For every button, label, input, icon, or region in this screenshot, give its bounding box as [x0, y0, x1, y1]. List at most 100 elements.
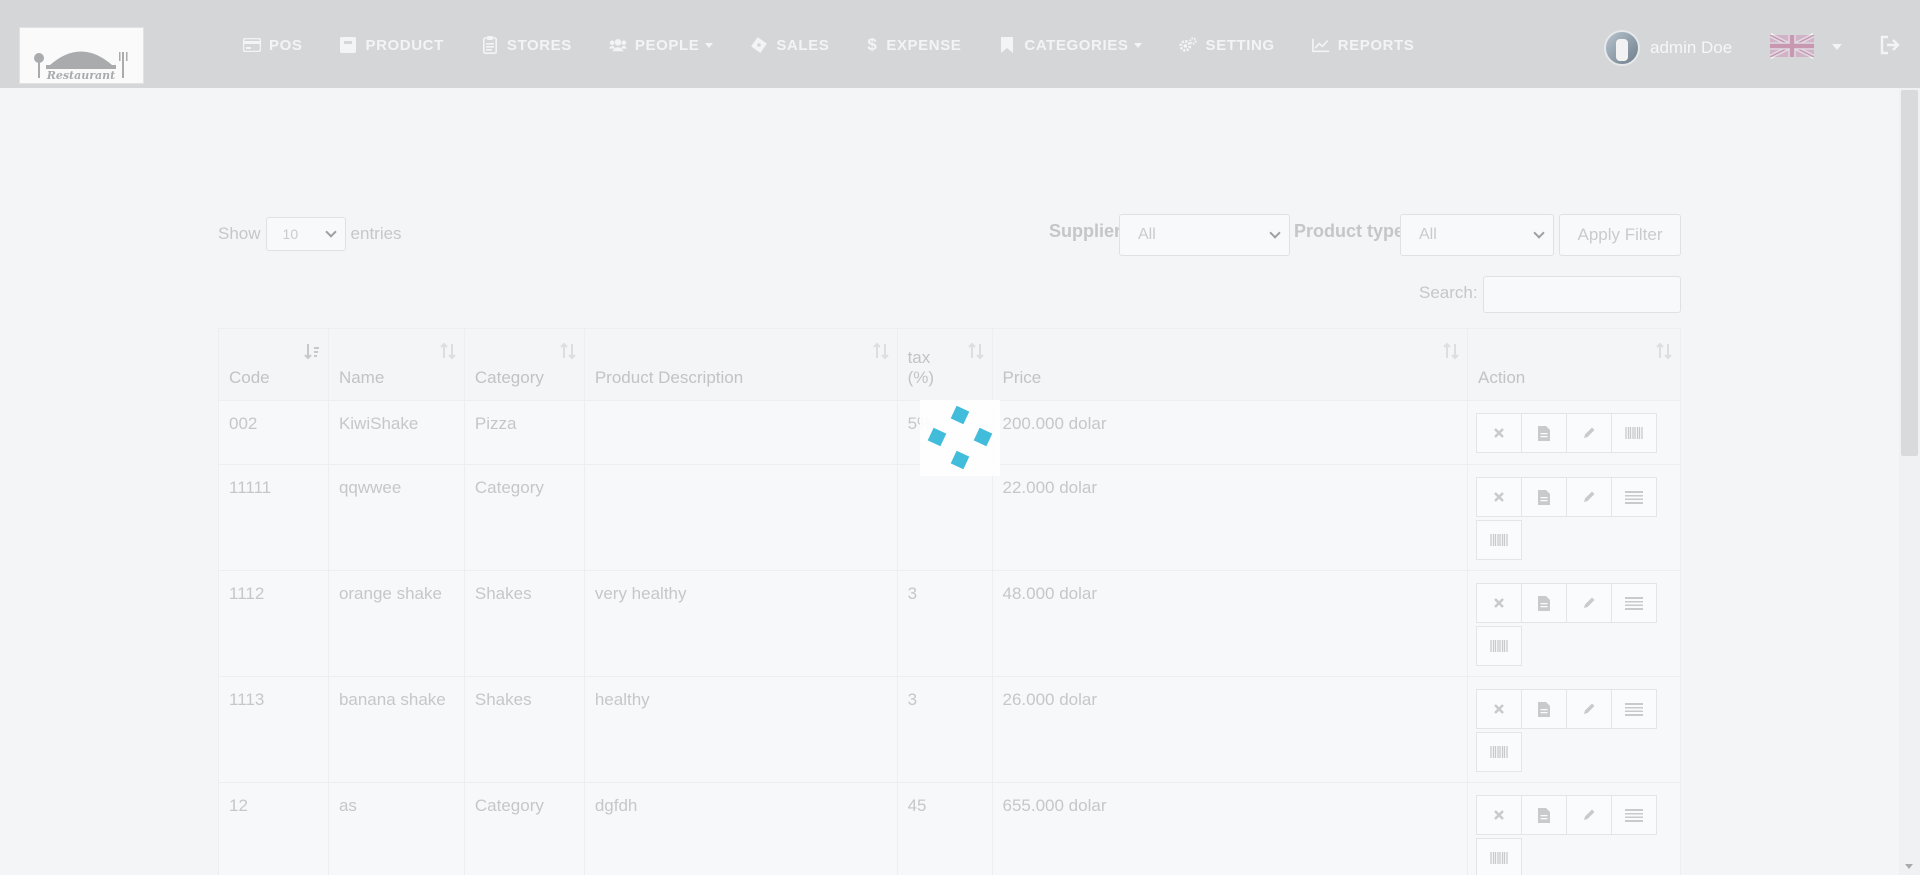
nav-stores-label: STORES [506, 36, 572, 54]
search-label: Search: [1419, 283, 1478, 302]
cell-actions [1466, 782, 1682, 875]
delete-button[interactable] [1475, 477, 1522, 517]
cell-description: very healthy [583, 570, 898, 677]
restaurant-logo[interactable]: Restaurant [19, 27, 144, 84]
cell-name: orange shake [327, 570, 465, 677]
sort-icon [560, 342, 576, 360]
cell-description [583, 400, 898, 465]
edit-button[interactable] [1565, 413, 1612, 453]
col-header-description[interactable]: Product Description [583, 328, 898, 401]
cell-price: 48.000 dolar [991, 570, 1468, 677]
scrollbar-thumb[interactable] [1901, 90, 1918, 456]
dollar-icon: $ [867, 35, 878, 54]
cell-tax: 45 [896, 782, 993, 875]
nav-sales-label: SALES [776, 36, 830, 54]
delete-button[interactable] [1475, 583, 1522, 623]
edit-button[interactable] [1565, 795, 1612, 835]
list-icon [1624, 490, 1643, 504]
search-input[interactable] [1483, 276, 1681, 313]
barcode-button[interactable] [1475, 626, 1522, 666]
view-button[interactable] [1520, 689, 1567, 729]
col-header-action[interactable]: Action [1466, 328, 1682, 401]
cell-description [583, 464, 898, 571]
cell-description: healthy [583, 676, 898, 783]
col-header-label: Name [338, 368, 385, 387]
cell-actions [1466, 400, 1682, 465]
list-icon [1624, 702, 1643, 716]
cell-description: dgfdh [583, 782, 898, 875]
action-buttons [1475, 795, 1666, 875]
nav-pos[interactable]: POS [243, 33, 302, 57]
entries-select[interactable]: 10 [265, 217, 346, 251]
file-icon [1537, 425, 1550, 441]
language-dropdown-caret-icon[interactable] [1832, 44, 1842, 50]
col-header-tax[interactable]: tax (%) [896, 328, 993, 401]
delete-button[interactable] [1475, 413, 1522, 453]
pencil-icon [1583, 597, 1595, 608]
spinner-dot [927, 427, 947, 447]
cogs-icon [1179, 36, 1198, 54]
product-type-select[interactable]: All [1400, 214, 1554, 256]
col-header-name[interactable]: Name [327, 328, 465, 401]
edit-button[interactable] [1565, 477, 1612, 517]
ticket-icon [750, 36, 768, 54]
cell-price: 655.000 dolar [991, 782, 1468, 875]
edit-button[interactable] [1565, 689, 1612, 729]
cell-code: 1112 [218, 570, 329, 677]
barcode-button[interactable] [1475, 838, 1522, 875]
users-icon [608, 36, 627, 54]
cell-tax [896, 464, 993, 571]
view-button[interactable] [1520, 477, 1567, 517]
nav-reports[interactable]: REPORTS [1311, 33, 1415, 57]
logo-text: Restaurant [46, 69, 116, 82]
supplier-select[interactable]: All [1119, 214, 1290, 256]
nav-setting-label: SETTING [1205, 36, 1275, 54]
spinner-dot [950, 405, 970, 425]
file-icon [1537, 701, 1550, 717]
pencil-icon [1583, 809, 1595, 820]
spinner-dot [950, 450, 970, 470]
apply-filter-button[interactable]: Apply Filter [1559, 214, 1681, 256]
view-button[interactable] [1520, 583, 1567, 623]
col-header-label: Action [1477, 368, 1526, 387]
product-type-value: All [1419, 226, 1437, 243]
cell-name: qqwwee [327, 464, 465, 571]
nav-people[interactable]: PEOPLE [608, 33, 714, 57]
credit-card-icon [243, 36, 261, 54]
uk-flag-icon[interactable] [1769, 31, 1815, 61]
table-header-row: Code Name Category Product Description t… [218, 328, 1682, 401]
nav-categories[interactable]: CATEGORIES [998, 33, 1143, 57]
col-header-price[interactable]: Price [991, 328, 1468, 401]
user-name: admin Doe [1650, 38, 1733, 57]
barcode-button[interactable] [1475, 732, 1522, 772]
barcode-button[interactable] [1475, 520, 1522, 560]
scroll-down-arrow-icon[interactable] [1905, 864, 1913, 869]
edit-button[interactable] [1565, 583, 1612, 623]
nav-setting[interactable]: SETTING [1179, 33, 1274, 57]
action-buttons [1475, 583, 1666, 669]
delete-button[interactable] [1475, 795, 1522, 835]
user-menu[interactable]: admin Doe [1604, 30, 1732, 66]
barcode-button[interactable] [1610, 413, 1657, 453]
details-button[interactable] [1610, 477, 1657, 517]
nav-sales[interactable]: SALES [750, 33, 829, 57]
details-button[interactable] [1610, 795, 1657, 835]
col-header-label: Product Description [594, 368, 744, 387]
nav-stores[interactable]: STORES [481, 33, 572, 57]
col-header-code[interactable]: Code [218, 328, 329, 401]
col-header-label: Category [474, 368, 544, 387]
col-header-category[interactable]: Category [463, 328, 585, 401]
view-button[interactable] [1520, 795, 1567, 835]
top-navbar: Restaurant POS PRODUCT STORES PEOPLE SAL… [0, 0, 1920, 88]
details-button[interactable] [1610, 689, 1657, 729]
logout-icon[interactable] [1879, 34, 1901, 56]
cell-tax: 3 [896, 570, 993, 677]
chevron-down-icon [1134, 42, 1143, 48]
nav-product[interactable]: PRODUCT [339, 33, 443, 57]
nav-expense[interactable]: $ EXPENSE [866, 33, 961, 57]
pencil-icon [1583, 427, 1595, 438]
nav-product-label: PRODUCT [365, 36, 444, 54]
view-button[interactable] [1520, 413, 1567, 453]
details-button[interactable] [1610, 583, 1657, 623]
delete-button[interactable] [1475, 689, 1522, 729]
